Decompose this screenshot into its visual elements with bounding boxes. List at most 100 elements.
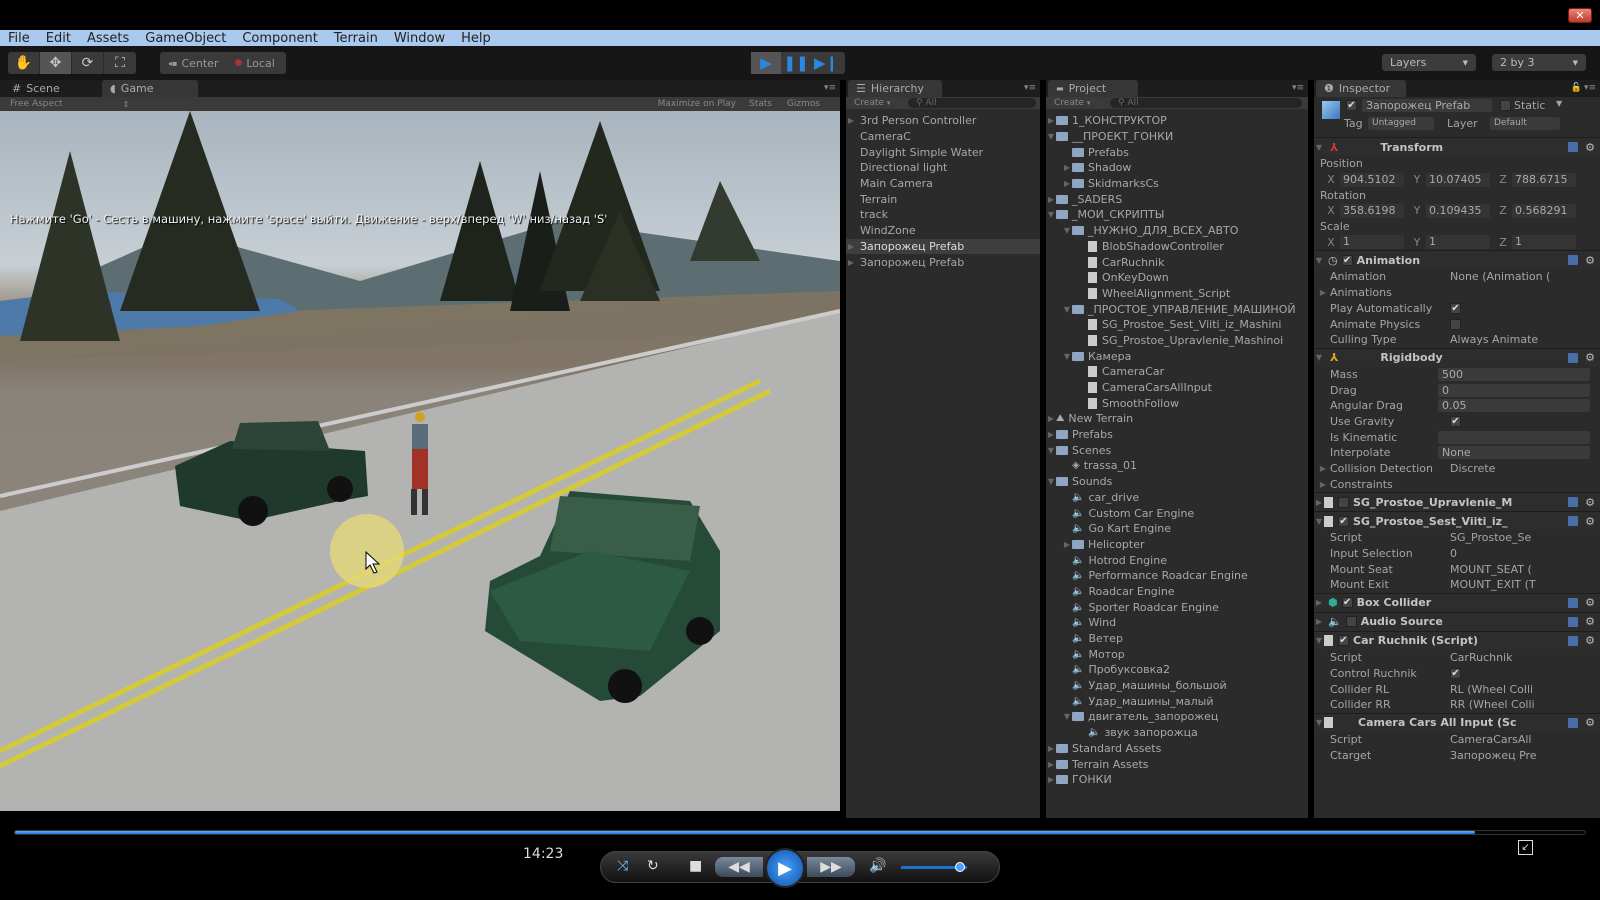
project-item[interactable]: WheelAlignment_Script bbox=[1046, 286, 1308, 302]
gear-icon[interactable]: ⚙ bbox=[1585, 141, 1595, 154]
project-item[interactable]: SG_Prostoe_Sest_Viiti_iz_Mashini bbox=[1046, 317, 1308, 333]
property-value[interactable]: Discrete bbox=[1450, 462, 1495, 475]
stop-button[interactable]: ■ bbox=[689, 858, 702, 874]
rigidbody-header[interactable]: ▼ ⅄ Rigidbody ⚙ bbox=[1314, 347, 1600, 367]
expand-arrow-icon[interactable]: ▼ bbox=[1062, 305, 1072, 314]
expand-arrow-icon[interactable]: ▼ bbox=[1046, 132, 1056, 141]
project-item[interactable]: ▼ _НУЖНО_ДЛЯ_ВСЕХ_АВТО bbox=[1046, 223, 1308, 239]
hierarchy-item[interactable]: Directional light bbox=[846, 160, 1040, 176]
property-value[interactable]: 0 bbox=[1450, 547, 1457, 560]
object-name-field[interactable]: Запорожец Prefab bbox=[1362, 99, 1492, 112]
panel-menu-icon[interactable]: ▾≡ bbox=[824, 83, 836, 93]
sest-script-header[interactable]: ▼ ✔ SG_Prostoe_Sest_Viiti_iz_ ⚙ bbox=[1314, 511, 1600, 531]
expand-arrow-icon[interactable]: ▶ bbox=[1062, 540, 1072, 549]
layers-dropdown[interactable]: Layers ▼ bbox=[1382, 54, 1476, 71]
expand-arrow-icon[interactable]: ▼ bbox=[1062, 226, 1072, 235]
expand-arrow-icon[interactable]: ▼ bbox=[1046, 446, 1056, 455]
hierarchy-item[interactable]: Daylight Simple Water bbox=[846, 144, 1040, 160]
menu-gameobject[interactable]: GameObject bbox=[145, 31, 226, 46]
gizmos-dropdown[interactable]: Gizmos bbox=[787, 99, 820, 109]
upravlenie-script-header[interactable]: ▶ SG_Prostoe_Upravlenie_M ⚙ bbox=[1314, 492, 1600, 512]
rotate-tool-button[interactable]: ⟳ bbox=[72, 52, 104, 74]
position-z-field[interactable]: 788.6715 bbox=[1512, 172, 1576, 187]
scale-y-field[interactable]: 1 bbox=[1426, 235, 1490, 250]
project-item[interactable]: ▶ Helicopter bbox=[1046, 537, 1308, 553]
expand-arrow-icon[interactable]: ▶ bbox=[1046, 430, 1056, 439]
project-item[interactable]: ▶ Prefabs bbox=[1046, 427, 1308, 443]
project-item[interactable]: ▼ _ПРОСТОЕ_УПРАВЛЕНИЕ_МАШИНОЙ bbox=[1046, 301, 1308, 317]
help-icon[interactable] bbox=[1568, 616, 1578, 627]
hierarchy-item[interactable]: Terrain bbox=[846, 191, 1040, 207]
camera-cars-header[interactable]: ▼ Camera Cars All Input (Sc ⚙ bbox=[1314, 712, 1600, 732]
property-value[interactable]: MOUNT_SEAT ( bbox=[1450, 563, 1532, 576]
tab-inspector[interactable]: ❶ Inspector bbox=[1316, 80, 1406, 97]
property-field[interactable]: None bbox=[1438, 446, 1590, 460]
expand-arrow-icon[interactable]: ▶ bbox=[846, 242, 856, 251]
panel-menu-icon[interactable]: ▾≡ bbox=[1024, 83, 1036, 93]
expand-arrow-icon[interactable]: ▶ bbox=[1046, 760, 1056, 769]
expand-arrow-icon[interactable]: ▶ bbox=[1318, 480, 1328, 489]
property-field[interactable]: 0 bbox=[1438, 383, 1590, 397]
gear-icon[interactable]: ⚙ bbox=[1585, 634, 1595, 647]
step-button[interactable]: ▶❙ bbox=[811, 52, 841, 74]
hierarchy-item[interactable]: CameraC bbox=[846, 129, 1040, 145]
hierarchy-item[interactable]: ▶ Запорожец Prefab bbox=[846, 238, 1040, 255]
project-item[interactable]: SmoothFollow bbox=[1046, 395, 1308, 411]
property-value[interactable]: Always Animate bbox=[1450, 333, 1538, 346]
help-icon[interactable] bbox=[1568, 597, 1578, 608]
project-item[interactable]: 🔈 Пробуксовка2 bbox=[1046, 662, 1308, 678]
gear-icon[interactable]: ⚙ bbox=[1585, 716, 1595, 729]
gear-icon[interactable]: ⚙ bbox=[1585, 596, 1595, 609]
pivot-center-button[interactable]: ◂▪ Center bbox=[160, 52, 226, 74]
project-item[interactable]: SG_Prostoe_Upravlenie_Mashinoi bbox=[1046, 333, 1308, 349]
property-value[interactable]: RR (Wheel Colli bbox=[1450, 698, 1535, 711]
help-icon[interactable] bbox=[1568, 255, 1578, 266]
rotation-y-field[interactable]: 0.109435 bbox=[1426, 203, 1490, 218]
hierarchy-item[interactable]: ▶ Запорожец Prefab bbox=[846, 254, 1040, 270]
tab-hierarchy[interactable]: ☰ Hierarchy bbox=[848, 80, 942, 97]
project-item[interactable]: OnKeyDown bbox=[1046, 270, 1308, 286]
project-item[interactable]: 🔈 Wind bbox=[1046, 615, 1308, 631]
position-x-field[interactable]: 904.5102 bbox=[1340, 172, 1404, 187]
property-checkbox[interactable]: ✔ bbox=[1450, 415, 1461, 427]
property-value[interactable]: RL (Wheel Colli bbox=[1450, 683, 1533, 696]
play-button[interactable]: ▶ bbox=[751, 52, 781, 74]
project-create-button[interactable]: Create bbox=[1054, 98, 1084, 108]
project-item[interactable]: ▶ Shadow bbox=[1046, 160, 1308, 176]
project-item[interactable]: 🔈 звук запорожца bbox=[1046, 725, 1308, 741]
property-checkbox[interactable]: ✔ bbox=[1450, 302, 1461, 314]
expand-arrow-icon[interactable]: ▶ bbox=[1318, 288, 1328, 297]
audio-source-enabled-checkbox[interactable] bbox=[1345, 616, 1357, 628]
car-ruchnik-enabled-checkbox[interactable]: ✔ bbox=[1338, 635, 1349, 647]
property-value[interactable]: SG_Prostoe_Se bbox=[1450, 531, 1531, 544]
mute-button[interactable]: 🔊 bbox=[869, 858, 886, 874]
animation-enabled-checkbox[interactable]: ✔ bbox=[1341, 254, 1353, 266]
expand-arrow-icon[interactable]: ▶ bbox=[1046, 195, 1056, 204]
menu-edit[interactable]: Edit bbox=[46, 31, 71, 46]
transform-header[interactable]: ▼ ⅄ Transform ⚙ bbox=[1314, 137, 1600, 156]
help-icon[interactable] bbox=[1568, 516, 1578, 527]
audio-source-header[interactable]: ▶ 🔈 Audio Source ⚙ bbox=[1314, 611, 1600, 631]
menu-component[interactable]: Component bbox=[242, 31, 317, 46]
project-search-input[interactable]: ⚲ All bbox=[1110, 98, 1302, 108]
expand-arrow-icon[interactable]: ▼ bbox=[1062, 712, 1072, 721]
lock-icon[interactable]: 🔓 bbox=[1571, 83, 1582, 93]
expand-arrow-icon[interactable]: ▶ bbox=[1062, 179, 1072, 188]
expand-arrow-icon[interactable]: ▶ bbox=[846, 116, 856, 125]
box-collider-enabled-checkbox[interactable]: ✔ bbox=[1341, 597, 1353, 609]
volume-slider-handle[interactable] bbox=[955, 862, 966, 872]
rotation-z-field[interactable]: 0.568291 bbox=[1512, 203, 1576, 218]
position-y-field[interactable]: 10.07405 bbox=[1426, 172, 1490, 187]
project-item[interactable]: ▼ __ПРОЕКТ_ГОНКИ bbox=[1046, 129, 1308, 145]
property-checkbox[interactable] bbox=[1450, 318, 1461, 330]
pivot-local-button[interactable]: ● Local bbox=[226, 52, 282, 74]
layout-dropdown[interactable]: 2 by 3 ▼ bbox=[1492, 54, 1586, 71]
project-item[interactable]: ▶ SkidmarksCs bbox=[1046, 176, 1308, 192]
animation-header[interactable]: ▼ ◷ ✔ Animation ⚙ bbox=[1314, 250, 1600, 270]
help-icon[interactable] bbox=[1568, 497, 1578, 508]
expand-arrow-icon[interactable]: ▼ bbox=[1046, 477, 1056, 486]
project-item[interactable]: ▶ _SADERS bbox=[1046, 191, 1308, 207]
gear-icon[interactable]: ⚙ bbox=[1585, 515, 1595, 528]
box-collider-header[interactable]: ▶ ⬢ ✔ Box Collider ⚙ bbox=[1314, 592, 1600, 612]
property-value[interactable]: CarRuchnik bbox=[1450, 651, 1512, 664]
